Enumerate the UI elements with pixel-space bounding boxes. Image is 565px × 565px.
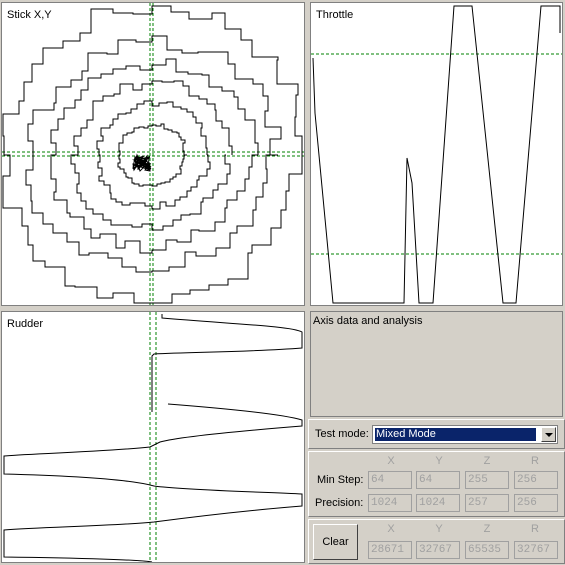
stick-xy-panel: Stick X,Y: [1, 2, 305, 306]
stick-xy-title: Stick X,Y: [7, 9, 52, 21]
rudder-plot: [3, 312, 303, 562]
rudder-trace: [3, 314, 303, 562]
stick-xy-plot: [2, 3, 304, 305]
current-z: 65535: [465, 541, 509, 559]
cur-header-y: Y: [435, 523, 443, 535]
throttle-title: Throttle: [316, 9, 354, 21]
current-r: 32767: [514, 541, 558, 559]
current-y: 32767: [416, 541, 460, 559]
throttle-panel: Throttle: [310, 2, 563, 306]
throttle-trace: [312, 5, 561, 304]
min-step-x: 64: [368, 471, 412, 489]
rudder-panel: Rudder: [1, 311, 305, 563]
cur-header-r: R: [531, 523, 539, 535]
clear-button[interactable]: Clear: [313, 524, 358, 560]
current-x: 28671: [368, 541, 412, 559]
min-step-z: 255: [465, 471, 509, 489]
min-step-label: Min Step:: [317, 474, 364, 486]
cur-header-z: Z: [483, 523, 491, 535]
analysis-panel: Axis data and analysis: [310, 311, 563, 417]
stick-trace-center: [132, 153, 152, 172]
precision-r: 256: [514, 494, 558, 512]
chevron-down-icon[interactable]: [541, 427, 556, 442]
throttle-plot: [311, 5, 562, 304]
precision-y: 1024: [416, 494, 460, 512]
col-header-z: Z: [483, 455, 491, 467]
precision-x: 1024: [368, 494, 412, 512]
rudder-title: Rudder: [7, 318, 44, 330]
col-header-x: X: [387, 455, 395, 467]
test-mode-value: Mixed Mode: [375, 428, 536, 441]
min-step-y: 64: [416, 471, 460, 489]
precision-z: 257: [465, 494, 509, 512]
test-mode-select[interactable]: Mixed Mode: [372, 425, 558, 444]
col-header-r: R: [531, 455, 539, 467]
test-mode-label: Test mode:: [315, 428, 369, 440]
cur-header-x: X: [387, 523, 395, 535]
analysis-title: Axis data and analysis: [313, 315, 423, 327]
precision-label: Precision:: [315, 497, 364, 509]
col-header-y: Y: [435, 455, 443, 467]
min-step-r: 256: [514, 471, 558, 489]
